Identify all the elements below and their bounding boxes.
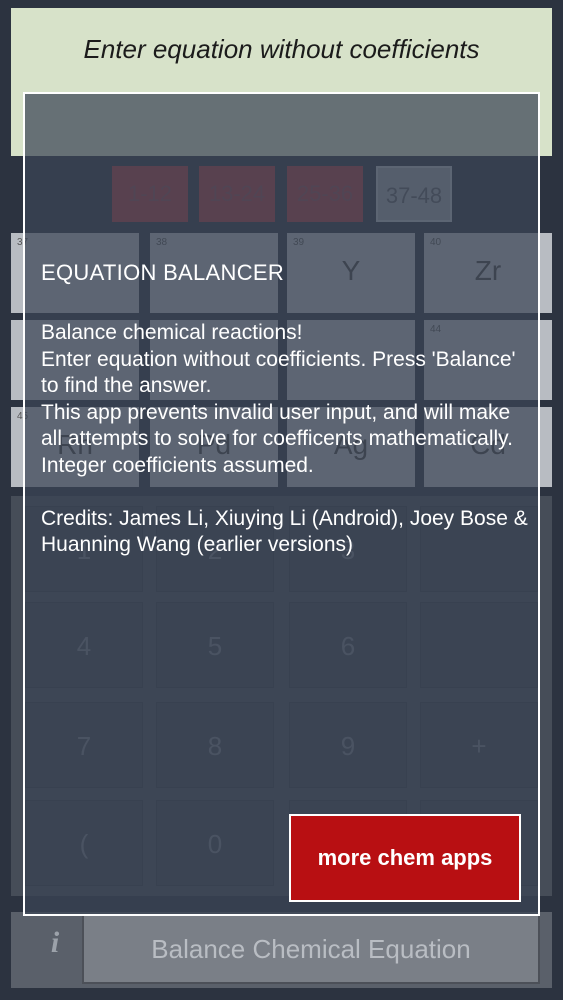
- info-overlay: EQUATION BALANCER Balance chemical react…: [23, 92, 540, 916]
- info-icon[interactable]: i: [30, 918, 80, 968]
- overlay-title: EQUATION BALANCER: [41, 260, 285, 285]
- balance-button[interactable]: Balance Chemical Equation: [82, 914, 540, 984]
- overlay-description: Balance chemical reactions! Enter equati…: [41, 321, 528, 556]
- more-chem-apps-button[interactable]: more chem apps: [289, 814, 521, 902]
- equation-placeholder: Enter equation without coefficients: [83, 34, 480, 64]
